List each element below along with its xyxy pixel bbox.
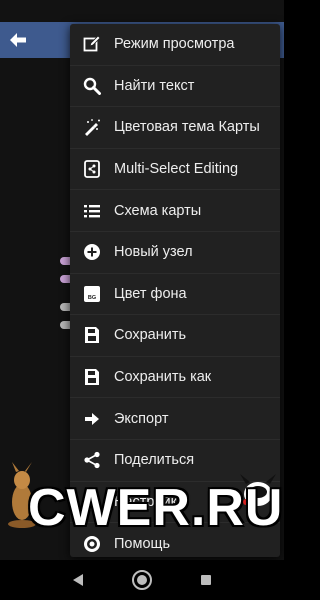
menu-item-label: Схема карты [114,202,202,219]
nav-home-button[interactable] [131,569,153,591]
menu-item-map-outline[interactable]: Схема карты [70,190,280,232]
menu-item-label: Экспорт [114,410,169,427]
square-recents-icon [201,575,211,585]
multi-select-icon [82,159,102,179]
menu-item-label: Режим просмотра [114,36,235,53]
menu-item-label: Цветовая тема Карты [114,119,260,136]
menu-item-label: Помощь [114,535,171,552]
share-icon [82,450,102,470]
back-arrow-icon[interactable] [8,32,28,48]
screen: Режим просмотра Найти текст Цветовая тем… [0,0,284,600]
save-icon [82,325,102,345]
menu-item-label: Сохранить [114,327,187,344]
watermark-mascot-right [240,474,276,506]
menu-item-label: Новый узел [114,244,193,261]
menu-item-view-mode[interactable]: Режим просмотра [70,24,280,66]
bg-icon-text: BG [88,295,96,301]
menu-item-save[interactable]: Сохранить [70,315,280,357]
triangle-back-icon [73,574,83,586]
menu-item-multi-select[interactable]: Multi-Select Editing [70,149,280,191]
menu-item-save-as[interactable]: Сохранить как [70,357,280,399]
search-icon [82,76,102,96]
save-as-icon [82,367,102,387]
circle-home-icon [132,570,152,590]
help-icon [82,534,102,554]
export-arrow-icon [82,409,102,429]
add-circle-icon [82,242,102,262]
menu-item-export[interactable]: Экспорт [70,398,280,440]
menu-item-label: Multi-Select Editing [114,161,239,178]
menu-item-help[interactable]: Помощь [70,523,280,557]
menu-item-find-text[interactable]: Найти текст [70,66,280,108]
menu-item-label: Цвет фона [114,285,187,302]
menu-item-label: Настройки [114,493,186,510]
menu-item-background-color[interactable]: BG Цвет фона [70,274,280,316]
list-icon [82,201,102,221]
bg-color-icon: BG [82,284,102,304]
watermark-mascot-left [8,462,36,528]
menu-item-label: Поделиться [114,452,195,469]
settings-icon [82,492,102,512]
magic-brush-icon [82,117,102,137]
system-nav-bar [0,560,284,600]
menu-item-new-node[interactable]: Новый узел [70,232,280,274]
menu-item-map-color-theme[interactable]: Цветовая тема Карты [70,107,280,149]
edit-icon [82,34,102,54]
menu-item-label: Найти текст [114,77,195,94]
menu-item-label: Сохранить как [114,369,212,386]
nav-back-button[interactable] [67,569,89,591]
nav-recents-button[interactable] [195,569,217,591]
